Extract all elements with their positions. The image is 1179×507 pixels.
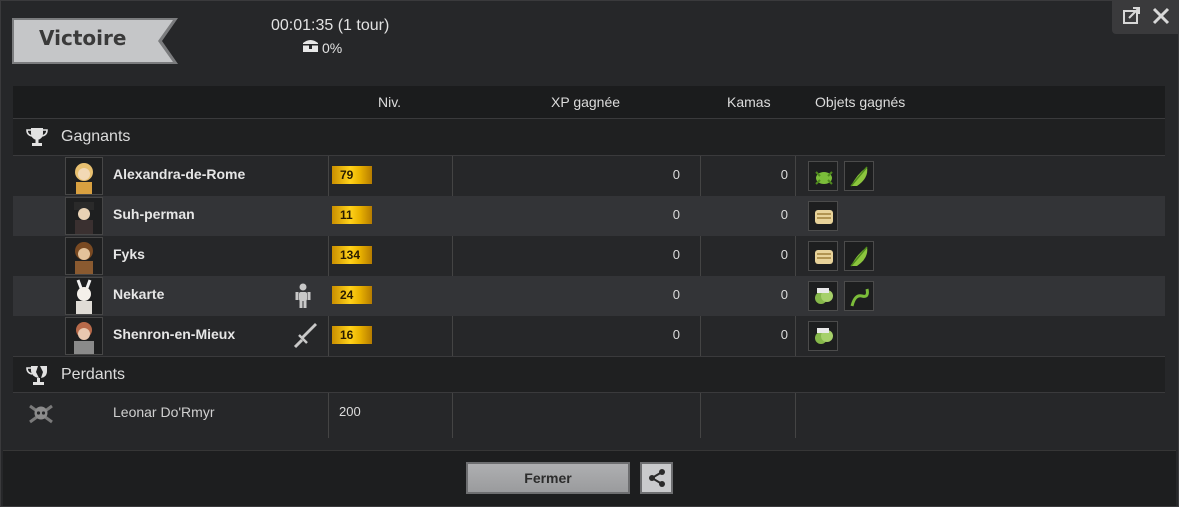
column-xp: XP gagnée <box>551 94 621 110</box>
xp-value: 0 <box>672 327 680 342</box>
table-row[interactable]: Fyks 134 0 0 <box>13 236 1165 276</box>
table-row[interactable]: Nekarte 24 0 0 <box>13 276 1165 316</box>
xp-value: 0 <box>672 167 680 182</box>
kamas-value: 0 <box>780 287 788 302</box>
fight-duration: 00:01:35 (1 tour) <box>271 17 390 34</box>
share-button[interactable] <box>640 462 673 494</box>
skull-icon <box>27 403 55 430</box>
avatar <box>65 197 103 235</box>
kamas-value: 0 <box>780 247 788 262</box>
table-row[interactable]: Suh-perman 11 0 0 <box>13 196 1165 236</box>
scroll-item-icon[interactable] <box>808 241 838 271</box>
footer-bar: Fermer <box>3 450 1176 506</box>
column-kamas: Kamas <box>727 94 771 110</box>
plant-bundle-item-icon[interactable] <box>808 281 838 311</box>
table-row[interactable]: Shenron-en-Mieux 16 0 0 <box>13 316 1165 356</box>
fight-results-window: Victoire 00:01:35 (1 tour) 0% Niv. XP ga… <box>0 0 1179 507</box>
player-name: Fyks <box>113 246 145 262</box>
table-row[interactable]: Leonar Do'Rmyr 200 <box>13 393 1165 435</box>
chest-percent: 0% <box>322 40 343 56</box>
avatar <box>65 277 103 315</box>
column-level: Niv. <box>378 94 402 110</box>
winners-section-header: Gagnants <box>13 119 1165 156</box>
player-name: Nekarte <box>113 286 165 302</box>
detach-window-icon[interactable] <box>1121 5 1143 27</box>
player-name: Shenron-en-Mieux <box>113 326 236 342</box>
share-icon <box>647 468 667 493</box>
broken-trophy-icon <box>25 365 53 392</box>
column-items: Objets gagnés <box>815 94 906 110</box>
player-name: Alexandra-de-Rome <box>113 166 246 182</box>
level-badge: 16 <box>332 326 372 344</box>
player-name: Suh-perman <box>113 206 195 222</box>
chest-icon <box>302 38 319 58</box>
level-badge: 11 <box>332 206 372 224</box>
losers-title: Perdants <box>61 366 126 383</box>
victory-banner: Victoire <box>12 18 178 64</box>
kamas-value: 0 <box>780 167 788 182</box>
player-name: Leonar Do'Rmyr <box>113 404 215 420</box>
green-leaf-item-icon[interactable] <box>844 241 874 271</box>
green-leaf-item-icon[interactable] <box>844 161 874 191</box>
avatar <box>65 237 103 275</box>
chest-info: 0% <box>302 38 342 58</box>
green-insect-item-icon[interactable] <box>808 161 838 191</box>
kamas-value: 0 <box>780 207 788 222</box>
sword-icon <box>293 323 319 354</box>
close-icon[interactable] <box>1150 5 1172 27</box>
results-table: Niv. XP gagnée Kamas Objets gagnés Gagna… <box>13 86 1165 438</box>
table-row[interactable]: Alexandra-de-Rome 79 0 0 <box>13 156 1165 196</box>
scroll-item-icon[interactable] <box>808 201 838 231</box>
trophy-icon <box>25 127 49 152</box>
kamas-value: 0 <box>780 327 788 342</box>
table-header: Niv. XP gagnée Kamas Objets gagnés <box>13 86 1165 119</box>
losers-section-header: Perdants <box>13 356 1165 393</box>
result-title: Victoire <box>39 26 127 50</box>
level-badge: 24 <box>332 286 372 304</box>
person-icon <box>293 283 313 314</box>
xp-value: 0 <box>672 247 680 262</box>
avatar <box>65 317 103 355</box>
level-badge: 79 <box>332 166 372 184</box>
xp-value: 0 <box>672 207 680 222</box>
winners-title: Gagnants <box>61 128 131 145</box>
level-badge: 134 <box>332 246 372 264</box>
level-value: 200 <box>339 404 361 419</box>
plant-bundle-item-icon[interactable] <box>808 321 838 351</box>
close-button[interactable]: Fermer <box>466 462 630 494</box>
vine-item-icon[interactable] <box>844 281 874 311</box>
avatar <box>65 157 103 195</box>
window-controls <box>1112 1 1178 34</box>
xp-value: 0 <box>672 287 680 302</box>
